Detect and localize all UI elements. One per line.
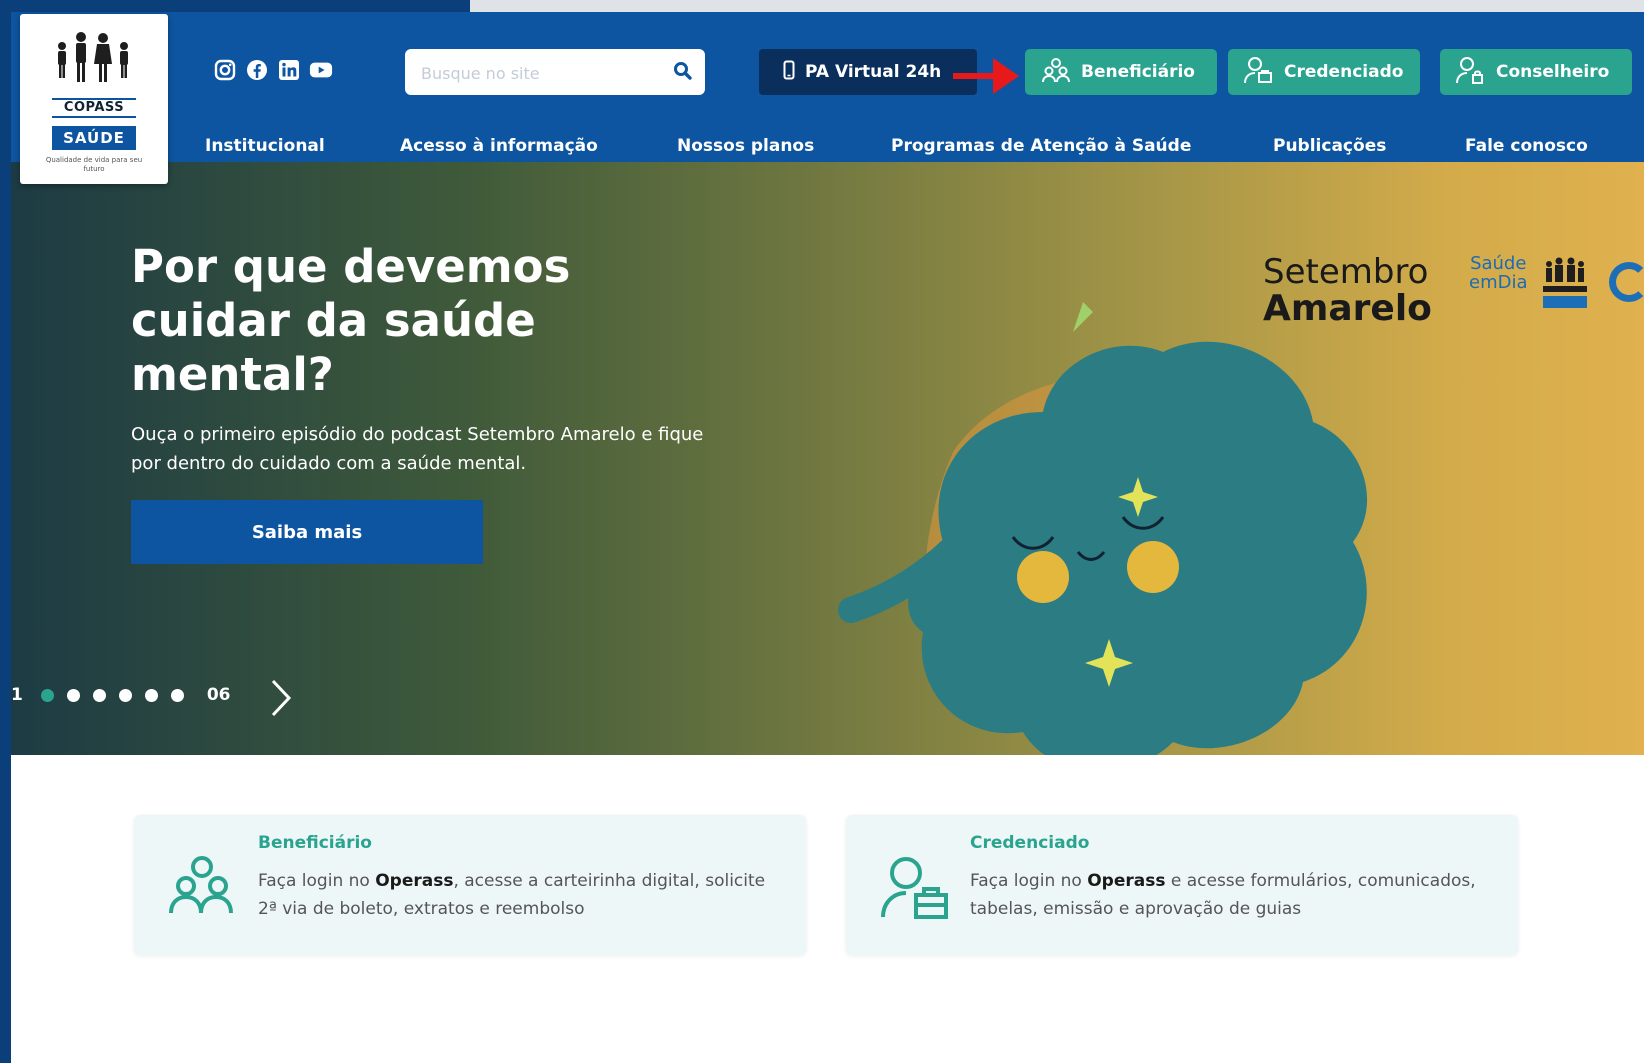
brain-illustration-icon [833,292,1393,755]
site-header: PA Virtual 24h Beneficiário Credenciado … [11,12,1644,162]
pager-dot[interactable] [40,688,54,702]
instagram-icon[interactable] [213,58,237,82]
nav-item-institucional[interactable]: Institucional [205,136,325,156]
credenciado-label: Credenciado [1284,62,1404,82]
nav-item-publicacoes[interactable]: Publicações [1273,136,1386,156]
user-briefcase-icon [1244,56,1274,89]
search-icon[interactable] [673,61,693,85]
user-lock-icon [1456,56,1486,89]
window-top-edge-dark [0,0,470,12]
beneficiario-card[interactable]: Beneficiário Faça login no Operass, aces… [134,815,806,955]
copass-mini-logo-icon [1541,256,1589,316]
saiba-mais-button[interactable]: Saiba mais [131,500,483,564]
saude-em-dia-logo: Saúde emDia [1469,253,1528,293]
card-title: Beneficiário [258,833,372,853]
pager-dot[interactable] [170,688,184,702]
window-left-edge [0,0,11,1063]
pager-dot[interactable] [118,688,132,702]
card-description: Faça login no Operass e acesse formulári… [970,871,1476,919]
pager-dot[interactable] [92,688,106,702]
hero-title: Por que devemos cuidar da saúde mental? [131,240,571,401]
ring-logo-icon [1609,262,1644,302]
group-icon [168,855,234,919]
main-nav: Institucional Acesso à informação Nossos… [11,130,1644,164]
conselheiro-button[interactable]: Conselheiro [1440,49,1632,95]
youtube-icon[interactable] [309,58,333,82]
group-icon [1041,57,1071,88]
logo-band: SAÚDE [52,126,136,150]
pager-dot[interactable] [144,688,158,702]
facebook-icon[interactable] [245,58,269,82]
hero-subtitle: Ouça o primeiro episódio do podcast Sete… [131,424,704,474]
beneficiario-button[interactable]: Beneficiário [1025,49,1217,95]
user-briefcase-icon [880,855,950,925]
pager-dot[interactable] [66,688,80,702]
nav-item-nossos-planos[interactable]: Nossos planos [677,136,814,156]
search-box [405,49,705,95]
card-description: Faça login no Operass, acesse a carteiri… [258,871,766,919]
pager-current: 1 [11,685,23,705]
beneficiario-label: Beneficiário [1081,62,1195,82]
mobile-phone-icon [783,60,795,85]
conselheiro-label: Conselheiro [1496,62,1610,82]
logo-wordmark: COPASS [52,98,136,118]
pager-total: 06 [206,685,231,705]
credenciado-button[interactable]: Credenciado [1228,49,1420,95]
social-links [213,58,333,82]
pa-virtual-label: PA Virtual 24h [805,62,942,82]
carousel-pager: 1 06 [11,682,231,708]
red-arrow-annotation-icon [951,54,1021,102]
nav-item-programas[interactable]: Programas de Atenção à Saúde [891,136,1191,156]
pa-virtual-button[interactable]: PA Virtual 24h [759,49,977,95]
logo-tagline: Qualidade de vida para seu futuro [45,156,143,173]
chevron-right-icon[interactable] [269,678,293,722]
setembro-amarelo-logo: Setembro Amarelo [1263,252,1432,329]
family-logo-icon [54,30,136,90]
card-title: Credenciado [970,833,1090,853]
search-input[interactable] [419,59,663,87]
nav-item-fale-conosco[interactable]: Fale conosco [1465,136,1588,156]
linkedin-icon[interactable] [277,58,301,82]
credenciado-card[interactable]: Credenciado Faça login no Operass e aces… [846,815,1518,955]
site-logo[interactable]: COPASS SAÚDE Qualidade de vida para seu … [20,14,168,184]
hero-banner: Por que devemos cuidar da saúde mental? … [11,162,1644,755]
nav-item-acesso-informacao[interactable]: Acesso à informação [400,136,598,156]
